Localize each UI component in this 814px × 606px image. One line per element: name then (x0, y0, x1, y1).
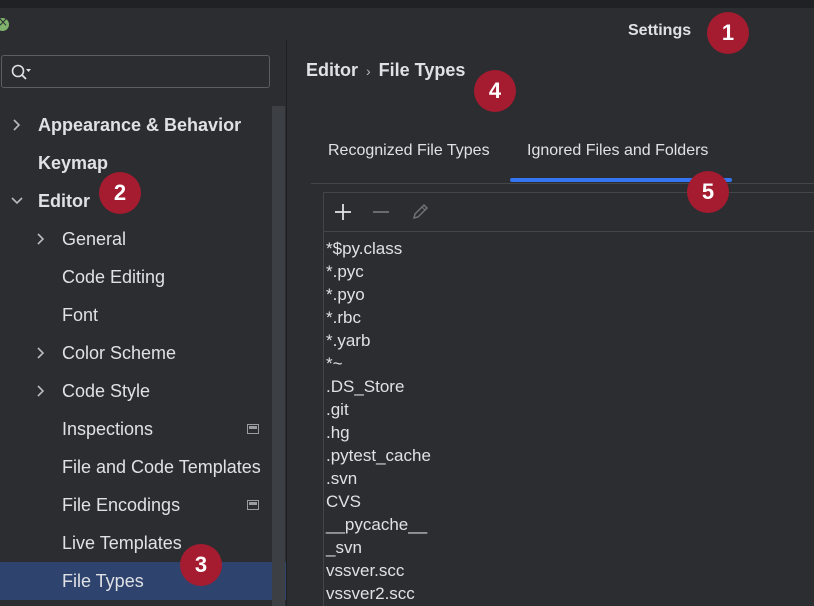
list-item[interactable]: *~ (326, 352, 431, 375)
chevron-right-icon[interactable] (10, 118, 24, 132)
search-box[interactable] (1, 55, 270, 88)
annotation-badge-4: 4 (474, 70, 516, 112)
ignored-files-panel: *$py.class *.pyc *.pyo *.rbc *.yarb *~ .… (323, 192, 814, 606)
settings-content: Editor › File Types Recognized File Types … (287, 40, 814, 606)
tree-item-file-encodings[interactable]: File Encodings (0, 486, 272, 524)
annotation-badge-5: 5 (687, 171, 729, 213)
tree-item-code-editing[interactable]: Code Editing (0, 258, 272, 296)
annotation-badge-3: 3 (180, 544, 222, 586)
list-item[interactable]: CVS (326, 490, 431, 513)
tree-item-general[interactable]: General (0, 220, 272, 258)
remove-icon[interactable] (371, 202, 391, 222)
sidebar-scrollbar[interactable] (272, 106, 285, 606)
list-item[interactable]: *.rbc (326, 306, 431, 329)
list-toolbar (324, 193, 814, 232)
list-item[interactable]: *$py.class (326, 237, 431, 260)
tree-item-color-scheme[interactable]: Color Scheme (0, 334, 272, 372)
tree-item-inspections[interactable]: Inspections (0, 410, 272, 448)
tree-item-file-types[interactable]: File Types (0, 562, 286, 600)
tree-item-label: Font (62, 305, 99, 325)
tree-item-label: Appearance & Behavior (38, 115, 242, 135)
list-item[interactable]: .svn (326, 467, 431, 490)
list-item[interactable]: .git (326, 398, 431, 421)
tree-item-font[interactable]: Font (0, 296, 272, 334)
breadcrumb-parent[interactable]: Editor (306, 60, 358, 80)
list-item[interactable]: __pycache__ (326, 513, 431, 536)
chevron-right-icon[interactable] (34, 384, 48, 398)
tree-item-label: Editor (38, 191, 90, 211)
chevron-right-icon[interactable] (34, 232, 48, 246)
annotation-badge-1: 1 (707, 12, 749, 54)
tab-ignored-files-and-folders[interactable]: Ignored Files and Folders (527, 142, 708, 160)
tree-item-label: Code Editing (62, 267, 166, 287)
tree-item-appearance-behavior[interactable]: Appearance & Behavior (0, 106, 272, 144)
list-item[interactable]: .DS_Store (326, 375, 431, 398)
list-item[interactable]: *.pyo (326, 283, 431, 306)
tree-item-label: Code Style (62, 381, 151, 401)
tree-item-label: File and Code Templates (62, 457, 261, 477)
tree-item-label: File Types (62, 571, 144, 591)
breadcrumb-separator-icon: › (366, 63, 371, 79)
annotation-badge-2: 2 (99, 172, 141, 214)
ignored-items-list: *$py.class *.pyc *.pyo *.rbc *.yarb *~ .… (326, 237, 431, 605)
tree-item-label: File Encodings (62, 495, 181, 515)
tree-item-label: Keymap (38, 153, 109, 173)
list-item[interactable]: *.yarb (326, 329, 431, 352)
tree-item-label: Color Scheme (62, 343, 177, 363)
tree-item-keymap[interactable]: Keymap (0, 144, 272, 182)
list-item[interactable]: .hg (326, 421, 431, 444)
chevron-down-icon[interactable] (10, 194, 24, 208)
list-item[interactable]: *.pyc (326, 260, 431, 283)
edit-icon[interactable] (410, 202, 430, 222)
breadcrumb-current: File Types (378, 60, 466, 80)
tree-item-file-and-code-templates[interactable]: File and Code Templates (0, 448, 272, 486)
tab-recognized-file-types[interactable]: Recognized File Types (328, 142, 490, 160)
settings-sidebar: Appearance & Behavior Keymap Editor Gene… (0, 40, 287, 606)
project-settings-icon (247, 500, 259, 510)
chevron-right-icon[interactable] (34, 346, 48, 360)
tree-item-label: Inspections (62, 419, 154, 439)
tree-item-live-templates[interactable]: Live Templates (0, 524, 272, 562)
breadcrumb: Editor › File Types (306, 60, 465, 81)
search-icon[interactable] (10, 63, 32, 81)
window-title: Settings (628, 22, 692, 39)
close-window-icon[interactable] (0, 15, 9, 31)
list-item[interactable]: vssver2.scc (326, 582, 431, 605)
title-bar: Settings (0, 0, 814, 40)
list-item[interactable]: .pytest_cache (326, 444, 431, 467)
add-icon[interactable] (333, 202, 353, 222)
list-item[interactable]: vssver.scc (326, 559, 431, 582)
tree-item-label: Live Templates (62, 533, 182, 553)
list-item[interactable]: _svn (326, 536, 431, 559)
tree-item-code-style[interactable]: Code Style (0, 372, 272, 410)
search-input[interactable] (36, 60, 266, 86)
project-settings-icon (247, 424, 259, 434)
tab-bar: Recognized File Types Ignored Files and … (311, 130, 814, 184)
tree-item-label: General (62, 229, 127, 249)
